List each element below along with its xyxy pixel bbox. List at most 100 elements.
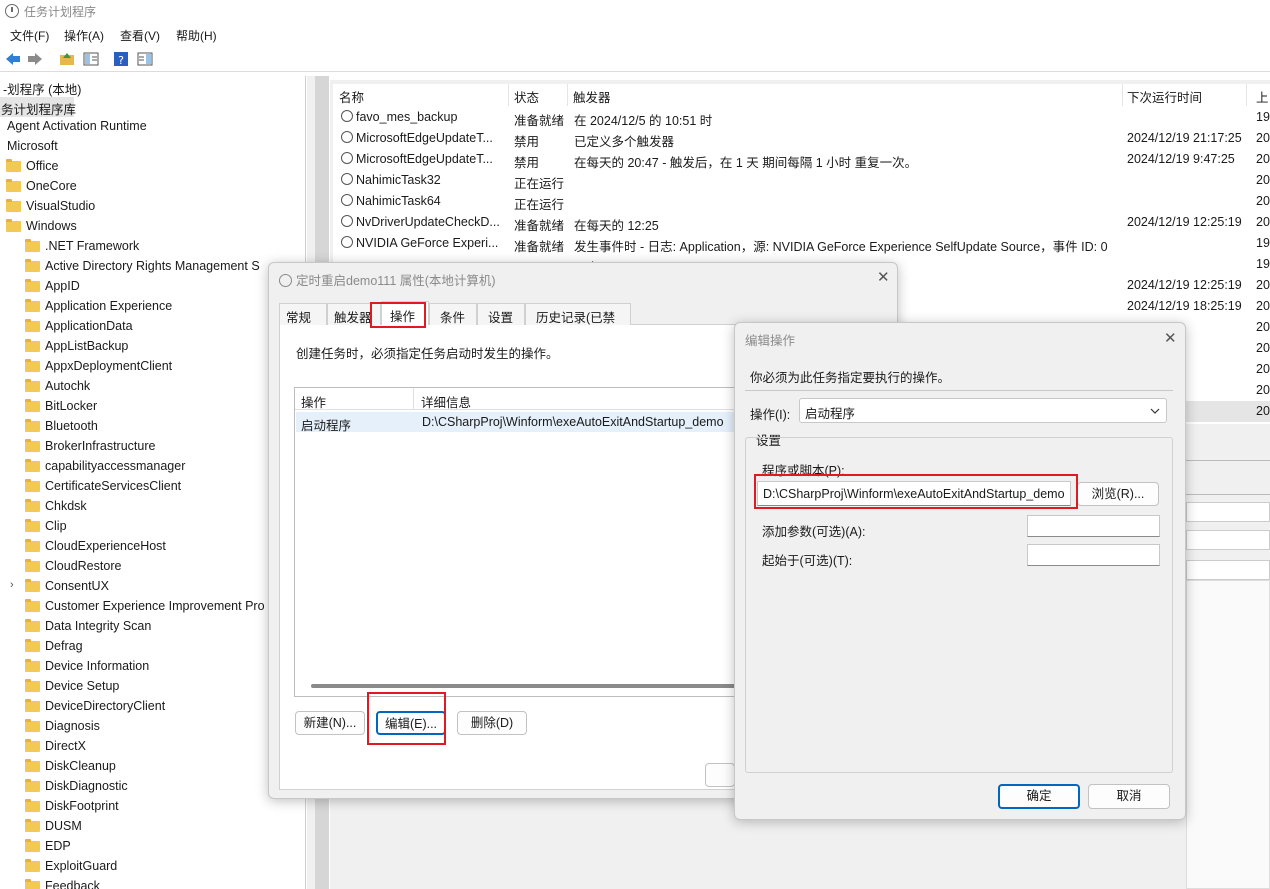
tab-settings[interactable]: 设置	[477, 303, 525, 325]
folder-icon	[25, 399, 40, 412]
folder-icon	[25, 619, 40, 632]
instruction-text: 你必须为此任务指定要执行的操作。	[750, 371, 951, 385]
folder-icon	[25, 759, 40, 772]
folder-icon	[25, 739, 40, 752]
folder-icon	[25, 579, 40, 592]
clock-icon	[341, 152, 353, 164]
start-in-input[interactable]	[1027, 544, 1160, 566]
cancel-button[interactable]: 取消	[1088, 784, 1170, 809]
chevron-right-icon[interactable]: ›	[10, 579, 14, 591]
divider	[1180, 494, 1270, 495]
detail-panel	[1186, 560, 1270, 580]
folder-icon	[25, 339, 40, 352]
folder-icon	[25, 599, 40, 612]
task-last-cell: 20	[1256, 194, 1270, 208]
task-row[interactable]: MicrosoftEdgeUpdateT... 禁用 已定义多个触发器 2024/12…	[333, 128, 1270, 149]
folder-icon	[25, 859, 40, 872]
arguments-input[interactable]	[1027, 515, 1160, 537]
task-last-cell: 20	[1256, 404, 1270, 418]
detail-panel	[1186, 530, 1270, 550]
folder-icon	[25, 799, 40, 812]
column-last-run[interactable]: 上	[1256, 84, 1270, 106]
task-status-cell: 准备就绪	[514, 240, 565, 254]
task-row[interactable]: favo_mes_backup 准备就绪在 2024/12/5 的 10:51 时…	[333, 107, 1270, 128]
folder-icon	[25, 499, 40, 512]
action-label: 操作(I):	[750, 408, 791, 422]
clock-icon	[341, 173, 353, 185]
tab-history[interactable]: 历史记录(已禁用)	[525, 303, 631, 344]
task-last-cell: 20	[1256, 362, 1270, 376]
task-name-cell: NahimicTask32	[356, 173, 441, 187]
column-next-run[interactable]: 下次运行时间	[1127, 84, 1247, 106]
navigation-tree: -划程序 (本地) 务计划程序库 Agent Activation Runtim…	[0, 76, 306, 889]
task-last-cell: 20	[1256, 215, 1270, 229]
forward-arrow-icon[interactable]	[26, 50, 44, 68]
task-next-cell: 2024/12/19 12:25:19	[1127, 215, 1242, 229]
task-name-cell: NVIDIA GeForce Experi...	[356, 236, 499, 250]
task-last-cell: 20	[1256, 341, 1270, 355]
chevron-down-icon	[1150, 408, 1160, 414]
clock-icon	[341, 194, 353, 206]
new-button[interactable]: 新建(N)...	[295, 711, 365, 735]
ok-button-partial[interactable]	[705, 763, 735, 787]
ok-button[interactable]: 确定	[998, 784, 1080, 809]
task-status-cell: 正在运行	[514, 198, 565, 212]
task-trigger-cell: 发生事件时 - 日志: Application，源: NVIDIA GeForc…	[574, 240, 1108, 254]
back-arrow-icon[interactable]	[4, 50, 22, 68]
task-last-cell: 20	[1256, 131, 1270, 145]
task-next-cell: 2024/12/19 18:25:19	[1127, 299, 1242, 313]
task-trigger-cell: 在每天的 20:47 - 触发后，在 1 天 期间每隔 1 小时 重复一次。	[574, 156, 918, 170]
task-last-cell: 20	[1256, 320, 1270, 334]
task-name-cell: NahimicTask64	[356, 194, 441, 208]
divider	[1180, 460, 1270, 461]
task-row[interactable]: NvDriverUpdateCheckD... 准备就绪 在每天的 12:25 202…	[333, 212, 1270, 233]
folder-icon	[25, 239, 40, 252]
browse-button[interactable]: 浏览(R)...	[1077, 482, 1159, 506]
clock-icon	[279, 274, 292, 287]
column-status[interactable]: 状态	[514, 84, 568, 106]
folder-icon	[25, 679, 40, 692]
task-next-cell: 2024/12/19 21:17:25	[1127, 131, 1242, 145]
folder-icon	[6, 179, 21, 192]
menu-action[interactable]: 操作(A)	[64, 27, 104, 44]
show-hide-action-pane-icon[interactable]	[136, 50, 154, 68]
delete-button[interactable]: 删除(D)	[457, 711, 527, 735]
folder-icon	[25, 479, 40, 492]
task-row[interactable]: NahimicTask64 正在运行 20	[333, 191, 1270, 212]
folder-icon	[25, 359, 40, 372]
highlight-program-field	[754, 474, 1078, 509]
menu-help[interactable]: 帮助(H)	[176, 27, 217, 44]
horizontal-scrollbar[interactable]	[311, 684, 741, 688]
task-row[interactable]: MicrosoftEdgeUpdateT... 禁用 在每天的 20:47 - 触发…	[333, 149, 1270, 170]
folder-icon	[25, 719, 40, 732]
header-details[interactable]: 详细信息	[421, 392, 471, 411]
close-icon[interactable]: ✕	[877, 268, 890, 286]
close-icon[interactable]: ✕	[1164, 329, 1177, 347]
action-select[interactable]: 启动程序	[799, 398, 1167, 423]
task-row[interactable]: NVIDIA GeForce Experi... 准备就绪 发生事件时 - 日志: …	[333, 233, 1270, 254]
folder-icon	[25, 659, 40, 672]
svg-text:?: ?	[118, 54, 124, 67]
separator	[745, 390, 1173, 391]
up-folder-icon[interactable]	[58, 50, 76, 68]
task-trigger-cell: 已定义多个触发器	[574, 135, 675, 149]
task-status-cell: 准备就绪	[514, 219, 565, 233]
folder-icon	[25, 459, 40, 472]
clock-icon	[341, 215, 353, 227]
tab-general[interactable]: 常规	[279, 303, 327, 325]
column-trigger[interactable]: 触发器	[573, 84, 1123, 106]
menu-file[interactable]: 文件(F)	[10, 27, 49, 44]
column-name[interactable]: 名称	[339, 84, 509, 106]
help-icon[interactable]: ?	[112, 50, 130, 68]
highlight-edit-button	[367, 692, 446, 745]
tab-conditions[interactable]: 条件	[429, 303, 477, 325]
tree-library[interactable]: 务计划程序库	[0, 97, 76, 117]
show-hide-console-tree-icon[interactable]	[82, 50, 100, 68]
task-name-cell: MicrosoftEdgeUpdateT...	[356, 131, 493, 145]
task-last-cell: 19	[1256, 236, 1270, 250]
menu-view[interactable]: 查看(V)	[120, 27, 160, 44]
header-action[interactable]: 操作	[301, 392, 326, 411]
task-name-cell: NvDriverUpdateCheckD...	[356, 215, 500, 229]
task-row[interactable]: NahimicTask32 正在运行 20	[333, 170, 1270, 191]
detail-panel	[1186, 580, 1270, 889]
